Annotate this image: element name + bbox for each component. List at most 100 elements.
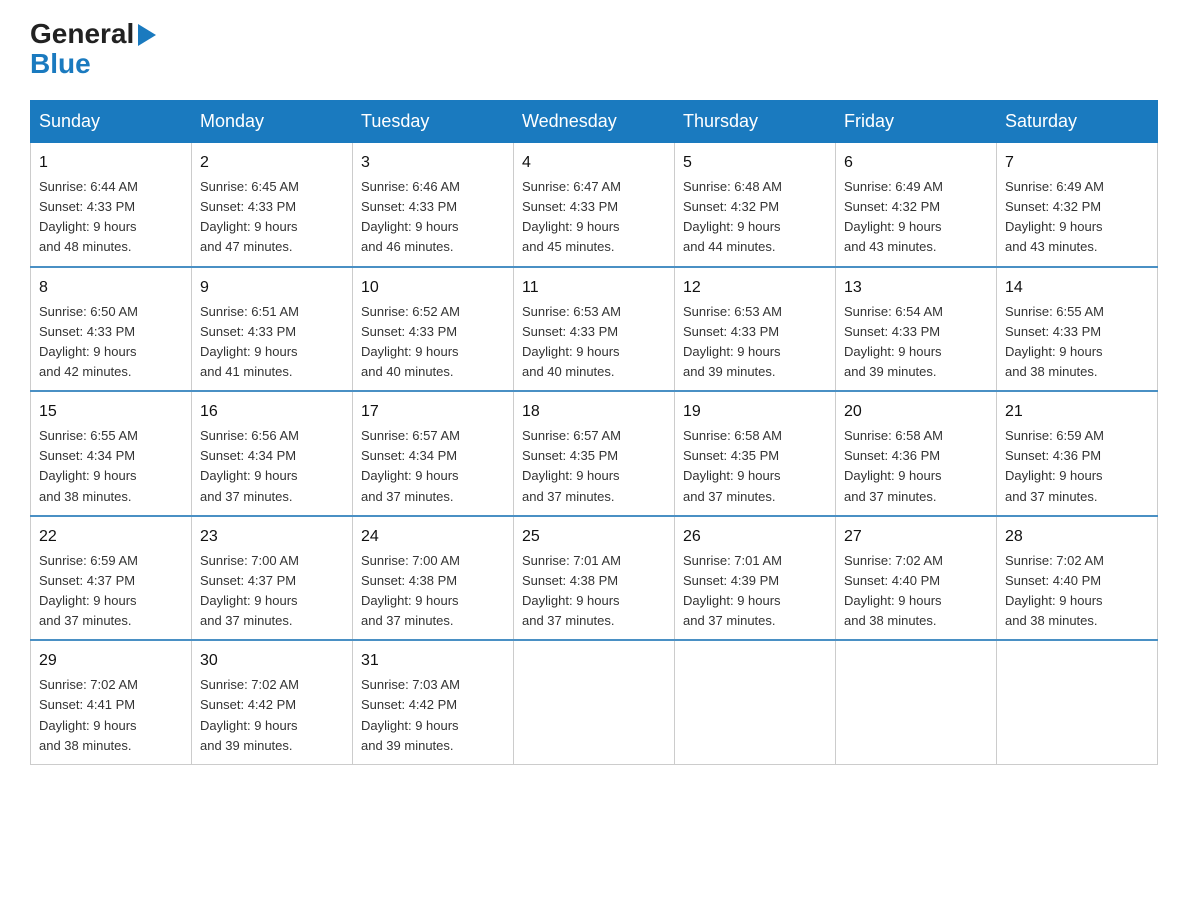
day-number: 9: [200, 276, 344, 300]
day-info: Sunrise: 7:02 AMSunset: 4:40 PMDaylight:…: [1005, 551, 1149, 632]
day-number: 7: [1005, 151, 1149, 175]
day-number: 15: [39, 400, 183, 424]
day-info: Sunrise: 6:44 AMSunset: 4:33 PMDaylight:…: [39, 177, 183, 258]
day-info: Sunrise: 6:47 AMSunset: 4:33 PMDaylight:…: [522, 177, 666, 258]
day-info: Sunrise: 7:00 AMSunset: 4:37 PMDaylight:…: [200, 551, 344, 632]
day-info: Sunrise: 6:59 AMSunset: 4:37 PMDaylight:…: [39, 551, 183, 632]
calendar-week-3: 15Sunrise: 6:55 AMSunset: 4:34 PMDayligh…: [31, 391, 1158, 516]
weekday-header-tuesday: Tuesday: [353, 101, 514, 143]
calendar-cell: 4Sunrise: 6:47 AMSunset: 4:33 PMDaylight…: [514, 143, 675, 267]
day-number: 2: [200, 151, 344, 175]
weekday-header-monday: Monday: [192, 101, 353, 143]
day-info: Sunrise: 6:50 AMSunset: 4:33 PMDaylight:…: [39, 302, 183, 383]
calendar-cell: 15Sunrise: 6:55 AMSunset: 4:34 PMDayligh…: [31, 391, 192, 516]
day-number: 27: [844, 525, 988, 549]
day-number: 1: [39, 151, 183, 175]
logo-arrow-icon: [138, 24, 156, 46]
calendar-cell: 10Sunrise: 6:52 AMSunset: 4:33 PMDayligh…: [353, 267, 514, 392]
calendar-cell: 7Sunrise: 6:49 AMSunset: 4:32 PMDaylight…: [997, 143, 1158, 267]
day-info: Sunrise: 6:55 AMSunset: 4:34 PMDaylight:…: [39, 426, 183, 507]
logo-blue: Blue: [30, 48, 91, 79]
day-number: 20: [844, 400, 988, 424]
day-number: 28: [1005, 525, 1149, 549]
day-info: Sunrise: 6:58 AMSunset: 4:35 PMDaylight:…: [683, 426, 827, 507]
calendar-week-2: 8Sunrise: 6:50 AMSunset: 4:33 PMDaylight…: [31, 267, 1158, 392]
calendar-cell: 9Sunrise: 6:51 AMSunset: 4:33 PMDaylight…: [192, 267, 353, 392]
calendar-cell: 13Sunrise: 6:54 AMSunset: 4:33 PMDayligh…: [836, 267, 997, 392]
calendar-cell: 29Sunrise: 7:02 AMSunset: 4:41 PMDayligh…: [31, 640, 192, 764]
day-number: 25: [522, 525, 666, 549]
calendar-cell: 16Sunrise: 6:56 AMSunset: 4:34 PMDayligh…: [192, 391, 353, 516]
day-number: 3: [361, 151, 505, 175]
day-number: 6: [844, 151, 988, 175]
day-number: 13: [844, 276, 988, 300]
logo: General Blue: [30, 20, 156, 80]
calendar-cell: 28Sunrise: 7:02 AMSunset: 4:40 PMDayligh…: [997, 516, 1158, 641]
day-number: 21: [1005, 400, 1149, 424]
day-info: Sunrise: 7:00 AMSunset: 4:38 PMDaylight:…: [361, 551, 505, 632]
day-info: Sunrise: 6:45 AMSunset: 4:33 PMDaylight:…: [200, 177, 344, 258]
day-number: 4: [522, 151, 666, 175]
day-info: Sunrise: 6:56 AMSunset: 4:34 PMDaylight:…: [200, 426, 344, 507]
calendar-cell: 20Sunrise: 6:58 AMSunset: 4:36 PMDayligh…: [836, 391, 997, 516]
weekday-header-sunday: Sunday: [31, 101, 192, 143]
page-header: General Blue: [30, 20, 1158, 80]
calendar-cell: 19Sunrise: 6:58 AMSunset: 4:35 PMDayligh…: [675, 391, 836, 516]
calendar-cell: 23Sunrise: 7:00 AMSunset: 4:37 PMDayligh…: [192, 516, 353, 641]
day-info: Sunrise: 7:02 AMSunset: 4:40 PMDaylight:…: [844, 551, 988, 632]
day-number: 29: [39, 649, 183, 673]
calendar-cell: 27Sunrise: 7:02 AMSunset: 4:40 PMDayligh…: [836, 516, 997, 641]
calendar-week-5: 29Sunrise: 7:02 AMSunset: 4:41 PMDayligh…: [31, 640, 1158, 764]
day-info: Sunrise: 6:55 AMSunset: 4:33 PMDaylight:…: [1005, 302, 1149, 383]
day-info: Sunrise: 6:59 AMSunset: 4:36 PMDaylight:…: [1005, 426, 1149, 507]
calendar-cell: 3Sunrise: 6:46 AMSunset: 4:33 PMDaylight…: [353, 143, 514, 267]
calendar-cell: [836, 640, 997, 764]
calendar-week-4: 22Sunrise: 6:59 AMSunset: 4:37 PMDayligh…: [31, 516, 1158, 641]
day-number: 12: [683, 276, 827, 300]
calendar-cell: 25Sunrise: 7:01 AMSunset: 4:38 PMDayligh…: [514, 516, 675, 641]
calendar-cell: 5Sunrise: 6:48 AMSunset: 4:32 PMDaylight…: [675, 143, 836, 267]
day-info: Sunrise: 6:53 AMSunset: 4:33 PMDaylight:…: [683, 302, 827, 383]
day-info: Sunrise: 7:01 AMSunset: 4:38 PMDaylight:…: [522, 551, 666, 632]
day-info: Sunrise: 7:03 AMSunset: 4:42 PMDaylight:…: [361, 675, 505, 756]
day-number: 16: [200, 400, 344, 424]
day-info: Sunrise: 6:51 AMSunset: 4:33 PMDaylight:…: [200, 302, 344, 383]
calendar-cell: 22Sunrise: 6:59 AMSunset: 4:37 PMDayligh…: [31, 516, 192, 641]
day-number: 14: [1005, 276, 1149, 300]
day-number: 17: [361, 400, 505, 424]
weekday-header-thursday: Thursday: [675, 101, 836, 143]
calendar-cell: 31Sunrise: 7:03 AMSunset: 4:42 PMDayligh…: [353, 640, 514, 764]
calendar-cell: 24Sunrise: 7:00 AMSunset: 4:38 PMDayligh…: [353, 516, 514, 641]
weekday-header-wednesday: Wednesday: [514, 101, 675, 143]
day-info: Sunrise: 6:57 AMSunset: 4:34 PMDaylight:…: [361, 426, 505, 507]
calendar-cell: 8Sunrise: 6:50 AMSunset: 4:33 PMDaylight…: [31, 267, 192, 392]
logo-general: General: [30, 20, 134, 48]
calendar-cell: [514, 640, 675, 764]
day-info: Sunrise: 6:58 AMSunset: 4:36 PMDaylight:…: [844, 426, 988, 507]
day-number: 30: [200, 649, 344, 673]
day-info: Sunrise: 6:49 AMSunset: 4:32 PMDaylight:…: [844, 177, 988, 258]
day-number: 26: [683, 525, 827, 549]
calendar-cell: 2Sunrise: 6:45 AMSunset: 4:33 PMDaylight…: [192, 143, 353, 267]
day-number: 23: [200, 525, 344, 549]
weekday-header-friday: Friday: [836, 101, 997, 143]
day-info: Sunrise: 6:46 AMSunset: 4:33 PMDaylight:…: [361, 177, 505, 258]
calendar-cell: 21Sunrise: 6:59 AMSunset: 4:36 PMDayligh…: [997, 391, 1158, 516]
calendar-header-row: SundayMondayTuesdayWednesdayThursdayFrid…: [31, 101, 1158, 143]
calendar-cell: 1Sunrise: 6:44 AMSunset: 4:33 PMDaylight…: [31, 143, 192, 267]
day-number: 18: [522, 400, 666, 424]
day-number: 24: [361, 525, 505, 549]
day-info: Sunrise: 6:52 AMSunset: 4:33 PMDaylight:…: [361, 302, 505, 383]
calendar-cell: 26Sunrise: 7:01 AMSunset: 4:39 PMDayligh…: [675, 516, 836, 641]
calendar-cell: [997, 640, 1158, 764]
day-number: 22: [39, 525, 183, 549]
calendar-table: SundayMondayTuesdayWednesdayThursdayFrid…: [30, 100, 1158, 765]
calendar-cell: 11Sunrise: 6:53 AMSunset: 4:33 PMDayligh…: [514, 267, 675, 392]
day-number: 11: [522, 276, 666, 300]
calendar-cell: 14Sunrise: 6:55 AMSunset: 4:33 PMDayligh…: [997, 267, 1158, 392]
day-info: Sunrise: 6:54 AMSunset: 4:33 PMDaylight:…: [844, 302, 988, 383]
calendar-cell: 18Sunrise: 6:57 AMSunset: 4:35 PMDayligh…: [514, 391, 675, 516]
day-info: Sunrise: 6:49 AMSunset: 4:32 PMDaylight:…: [1005, 177, 1149, 258]
calendar-cell: [675, 640, 836, 764]
calendar-cell: 30Sunrise: 7:02 AMSunset: 4:42 PMDayligh…: [192, 640, 353, 764]
